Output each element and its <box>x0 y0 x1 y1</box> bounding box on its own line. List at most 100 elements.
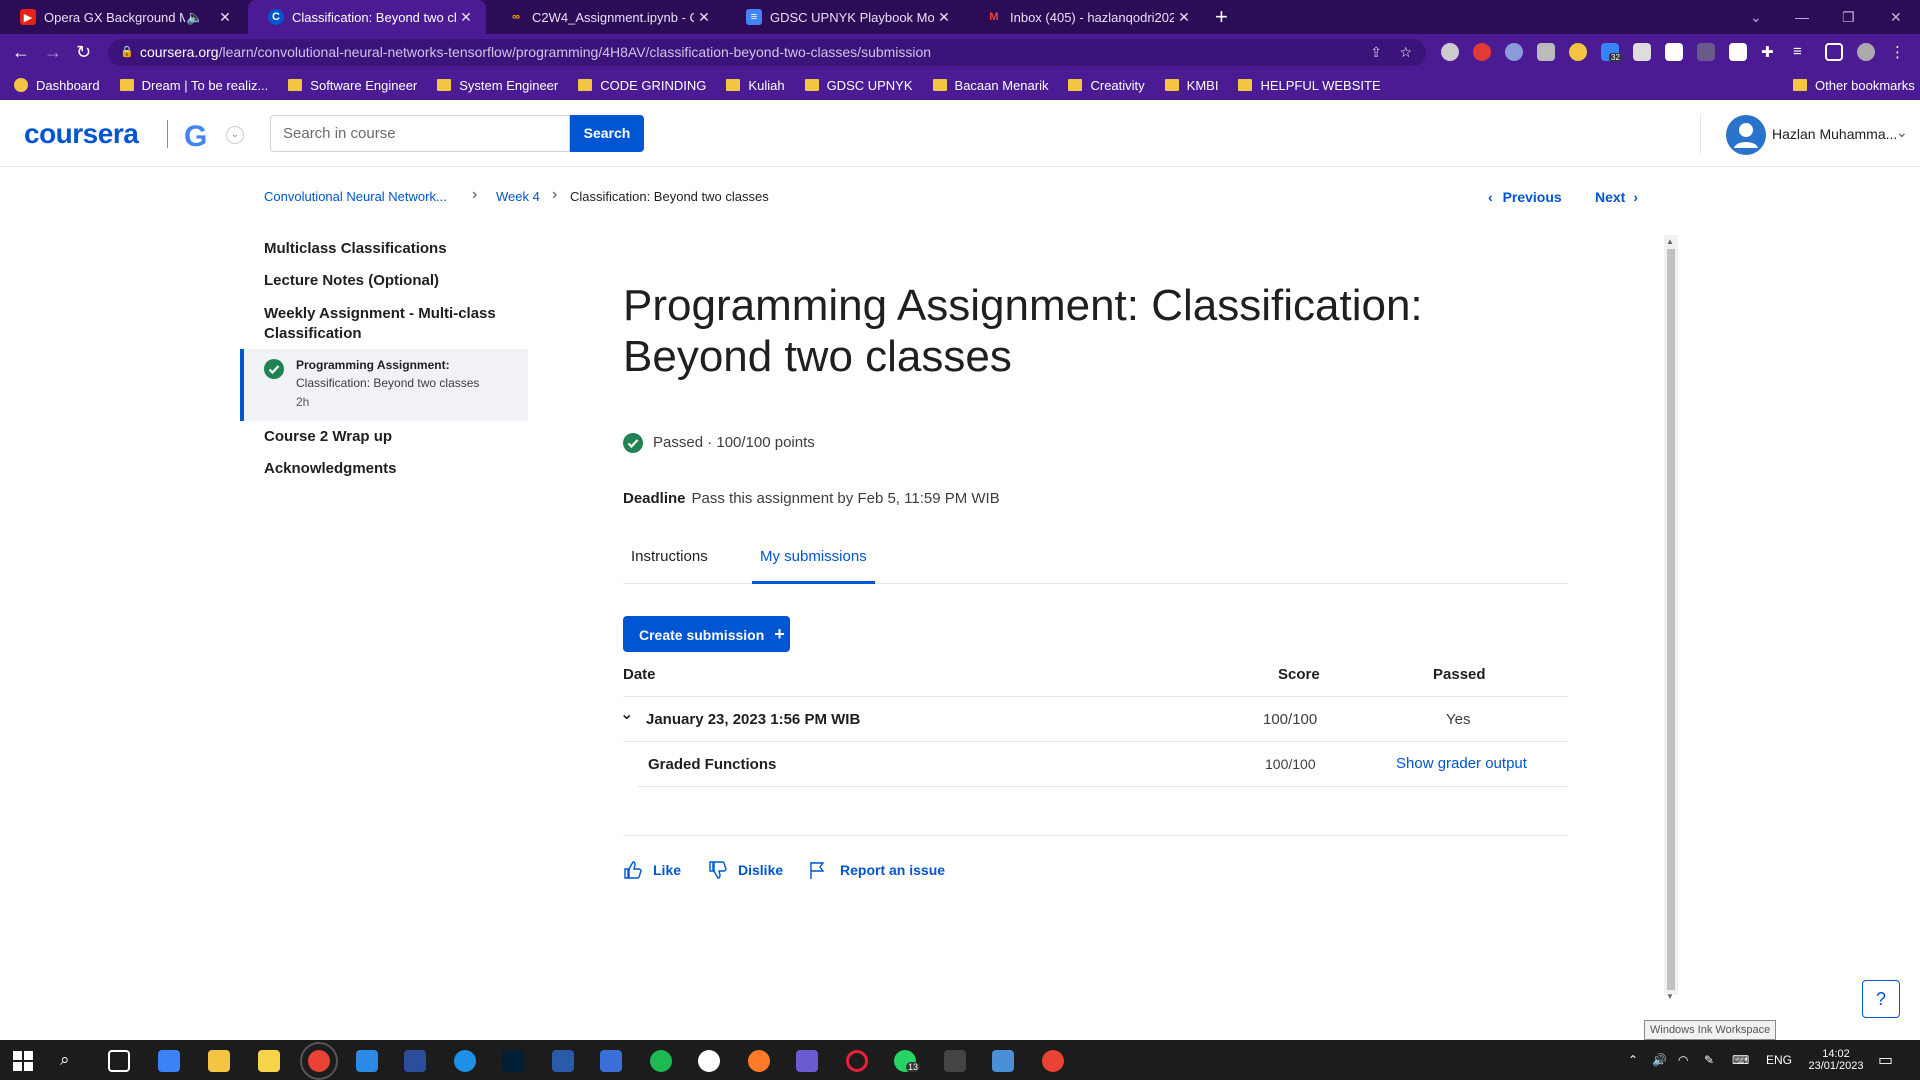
sidebar-item-active[interactable]: Programming Assignment: Classification: … <box>240 349 528 421</box>
coursera-logo[interactable]: coursera <box>24 118 139 150</box>
profile-avatar[interactable] <box>1857 43 1875 61</box>
spotify-icon[interactable] <box>650 1050 672 1072</box>
bookmark-folder[interactable]: System Engineer <box>437 78 558 93</box>
pen-icon[interactable]: ✎ <box>1704 1040 1714 1080</box>
app-icon[interactable] <box>552 1050 574 1072</box>
file-explorer-icon[interactable] <box>208 1050 230 1072</box>
side-panel-icon[interactable] <box>1825 43 1843 61</box>
google-logo[interactable]: G <box>184 120 207 154</box>
bookmark-folder[interactable]: Bacaan Menarik <box>932 78 1048 93</box>
close-tab-icon[interactable]: ✕ <box>215 9 235 26</box>
postman-icon[interactable] <box>748 1050 770 1072</box>
show-grader-output-link[interactable]: Show grader output <box>1396 755 1527 772</box>
breadcrumb-week[interactable]: Week 4 <box>496 189 540 204</box>
chevron-down-icon[interactable]: ⌄ <box>1896 124 1908 141</box>
app-icon[interactable] <box>992 1050 1014 1072</box>
extension-icon[interactable] <box>1473 43 1491 61</box>
reading-list-icon[interactable]: ≡ <box>1793 43 1811 61</box>
new-tab-button[interactable]: + <box>1215 0 1228 34</box>
chrome-icon[interactable] <box>300 1042 338 1080</box>
chevron-down-icon[interactable]: ⌄ <box>620 704 633 724</box>
sidebar-item[interactable]: Multiclass Classifications <box>264 240 447 257</box>
language-indicator[interactable]: ENG <box>1766 1040 1792 1080</box>
browser-tab[interactable]: ≡ GDSC UPNYK Playbook Mobile D ✕ <box>726 0 964 34</box>
sidebar-item[interactable]: Course 2 Wrap up <box>264 428 392 445</box>
puzzle-icon[interactable]: ✚ <box>1761 43 1779 61</box>
powershell-icon[interactable] <box>404 1050 426 1072</box>
maximize-button[interactable]: ❐ <box>1842 0 1855 34</box>
store-icon[interactable] <box>158 1050 180 1072</box>
close-tab-icon[interactable]: ✕ <box>694 9 714 26</box>
sidebar-item[interactable]: Weekly Assignment - Multi-class Classifi… <box>264 304 504 344</box>
extension-icon[interactable] <box>1569 43 1587 61</box>
share-icon[interactable]: ⇪ <box>1370 39 1382 66</box>
app-icon[interactable] <box>698 1050 720 1072</box>
back-icon[interactable]: ← <box>12 42 30 63</box>
bookmark-folder[interactable]: Kuliah <box>726 78 785 93</box>
close-window-button[interactable]: ✕ <box>1890 0 1902 34</box>
calendar-icon[interactable] <box>600 1050 622 1072</box>
bookmark-star-icon[interactable]: ☆ <box>1399 39 1412 66</box>
notion-icon[interactable] <box>1665 43 1683 61</box>
scroll-up-icon[interactable]: ▲ <box>1666 237 1674 246</box>
extension-icon[interactable] <box>1633 43 1651 61</box>
vscode-icon[interactable] <box>356 1050 378 1072</box>
search-input[interactable]: Search in course <box>270 115 570 152</box>
extension-icon[interactable] <box>1441 43 1459 61</box>
tab-instructions[interactable]: Instructions <box>631 548 708 565</box>
like-button[interactable]: Like <box>623 860 681 880</box>
bookmark-folder[interactable]: HELPFUL WEBSITE <box>1238 78 1381 93</box>
opera-icon[interactable] <box>846 1050 868 1072</box>
task-view-icon[interactable] <box>108 1050 130 1072</box>
avatar[interactable] <box>1726 115 1766 155</box>
previous-button[interactable]: ‹ Previous <box>1488 189 1562 205</box>
extension-icon[interactable] <box>1729 43 1747 61</box>
photoshop-icon[interactable] <box>502 1050 524 1072</box>
clock[interactable]: 14:02 23/01/2023 <box>1808 1040 1864 1080</box>
create-submission-button[interactable]: Create submission + <box>623 616 790 652</box>
wifi-icon[interactable]: ◠ <box>1678 1040 1688 1080</box>
dislike-button[interactable]: Dislike <box>708 860 783 880</box>
extension-icon[interactable]: 32 <box>1601 43 1622 62</box>
menu-icon[interactable]: ⋮ <box>1890 43 1908 61</box>
bookmark-folder[interactable]: KMBI <box>1164 78 1218 93</box>
bookmark-dashboard[interactable]: Dashboard <box>14 78 100 93</box>
docker-icon[interactable] <box>454 1050 476 1072</box>
forward-icon[interactable]: → <box>44 42 62 63</box>
tray-chevron-icon[interactable]: ⌃ <box>1628 1040 1638 1080</box>
mute-icon[interactable]: 🔈 <box>185 9 205 26</box>
chrome-icon[interactable] <box>1042 1050 1064 1072</box>
whatsapp-icon[interactable]: 13 <box>894 1050 921 1072</box>
search-icon[interactable]: ⌕ <box>60 1050 82 1072</box>
next-button[interactable]: Next › <box>1595 189 1638 205</box>
close-tab-icon[interactable]: ✕ <box>456 9 476 26</box>
bookmark-folder[interactable]: Dream | To be realiz... <box>119 78 268 93</box>
breadcrumb-course[interactable]: Convolutional Neural Network... <box>264 189 447 204</box>
chevron-down-icon[interactable]: ⌄ <box>226 126 244 144</box>
minimize-button[interactable]: — <box>1795 0 1809 34</box>
browser-tab[interactable]: ▶ Opera GX Background Music 🔈 ✕ <box>0 0 245 34</box>
search-button[interactable]: Search <box>570 115 644 152</box>
report-issue-button[interactable]: Report an issue <box>808 860 945 880</box>
reload-icon[interactable]: ↻ <box>76 42 91 63</box>
close-tab-icon[interactable]: ✕ <box>934 9 954 26</box>
browser-tab[interactable]: M Inbox (405) - hazlanqodri2020 ✕ <box>966 0 1204 34</box>
help-button[interactable]: ? <box>1862 980 1900 1018</box>
sticky-notes-icon[interactable] <box>258 1050 280 1072</box>
volume-icon[interactable]: 🔊 <box>1652 1040 1667 1080</box>
tab-my-submissions[interactable]: My submissions <box>760 548 867 565</box>
sidebar-item[interactable]: Lecture Notes (Optional) <box>264 272 439 289</box>
bookmark-folder[interactable]: Creativity <box>1068 78 1145 93</box>
browser-tab-active[interactable]: C Classification: Beyond two classes ✕ <box>248 0 486 34</box>
tab-search-icon[interactable]: ⌄ <box>1750 0 1762 34</box>
windows-start-icon[interactable] <box>12 1050 34 1072</box>
bookmark-folder[interactable]: GDSC UPNYK <box>804 78 913 93</box>
user-name[interactable]: Hazlan Muhamma... <box>1772 126 1897 142</box>
scrollbar-thumb[interactable] <box>1667 249 1675 990</box>
url-bar[interactable]: 🔒 coursera.org/learn/convolutional-neura… <box>108 39 1426 66</box>
browser-tab[interactable]: ∞ C2W4_Assignment.ipynb - Colab ✕ <box>488 0 724 34</box>
scroll-down-icon[interactable]: ▼ <box>1666 992 1674 1001</box>
extension-icon[interactable] <box>1697 43 1715 61</box>
keyboard-icon[interactable]: ⌨ <box>1732 1040 1749 1080</box>
bookmark-folder[interactable]: Software Engineer <box>288 78 417 93</box>
